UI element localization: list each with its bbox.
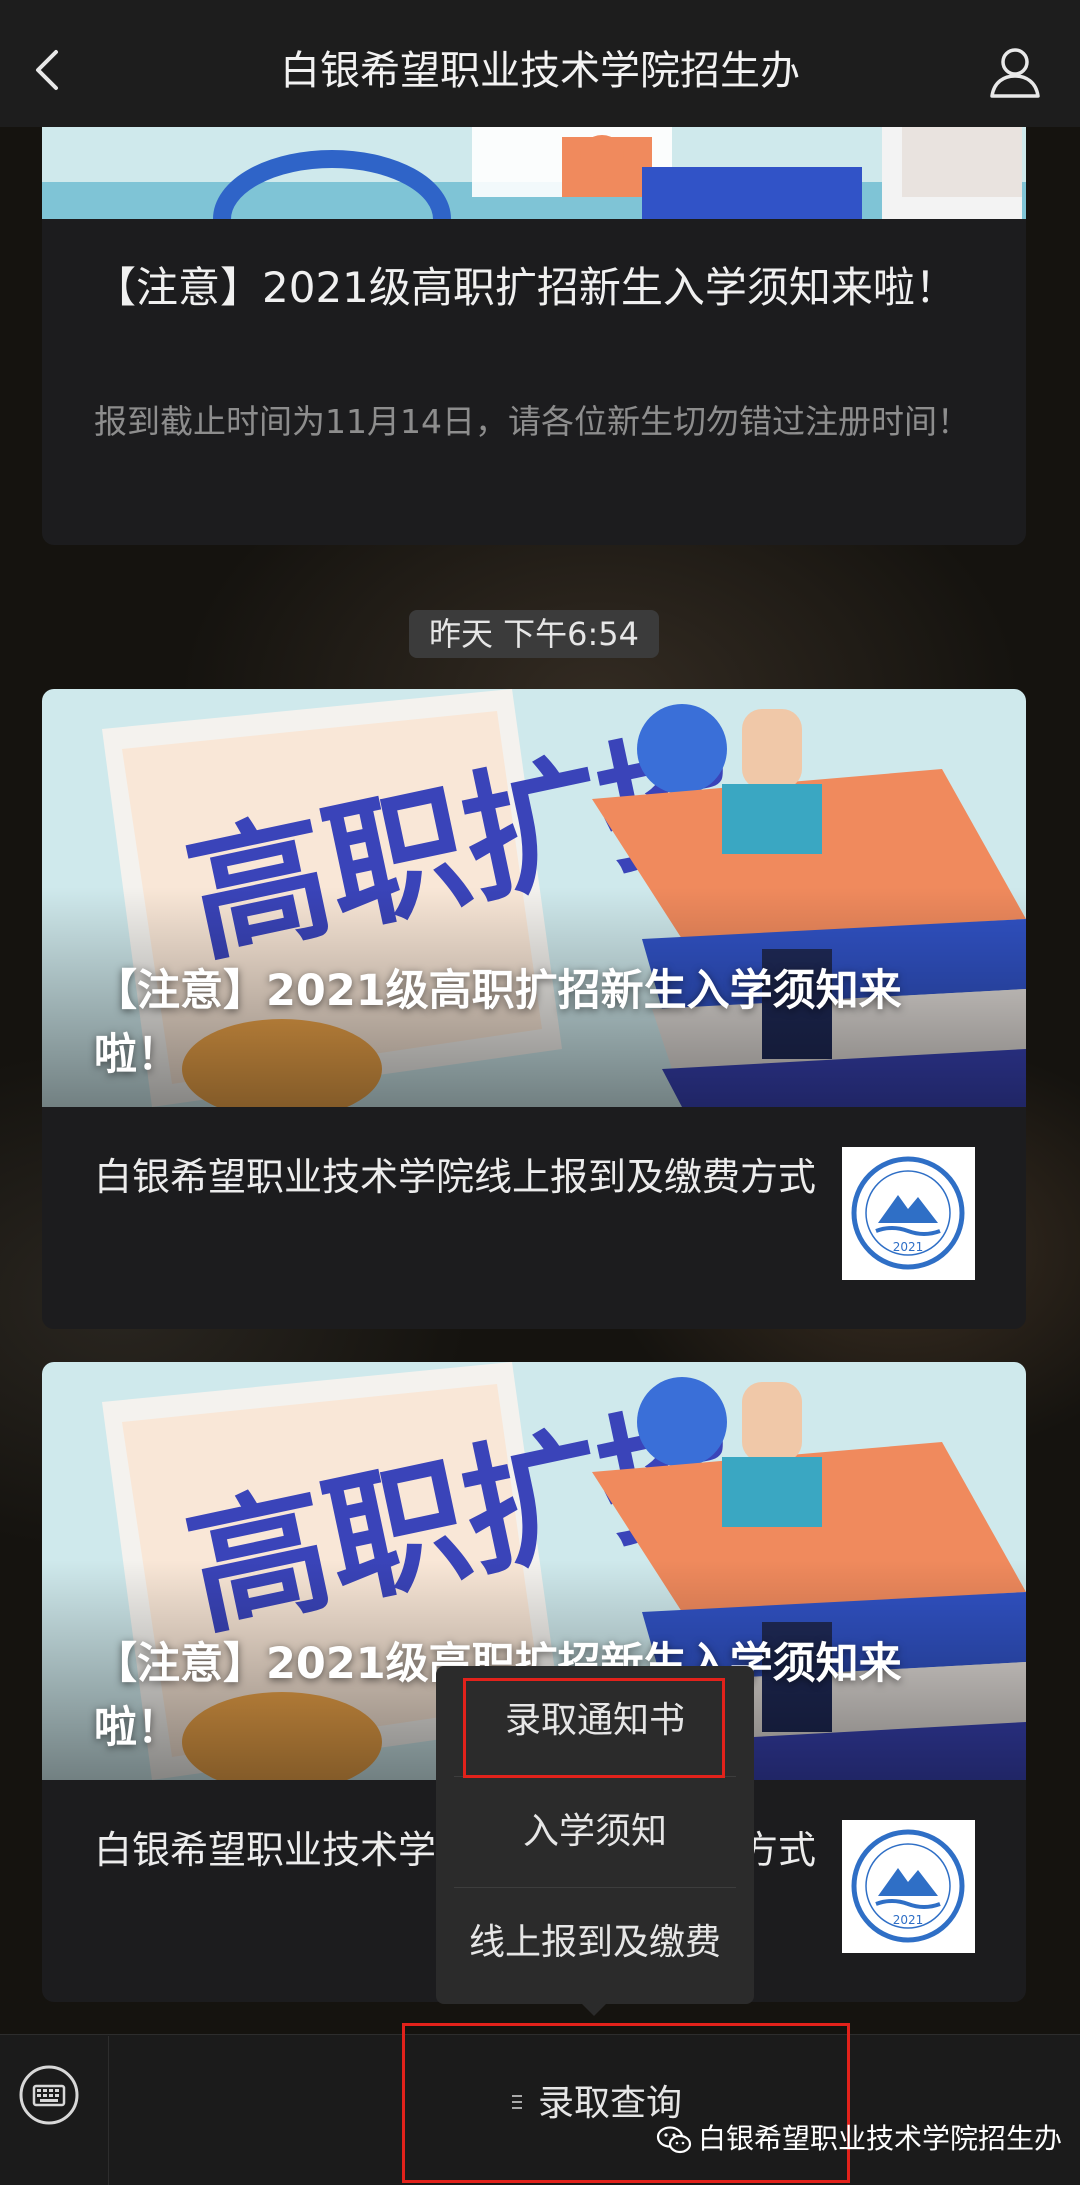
sub-article-item[interactable]: 白银希望职业技术学院线上报到及缴费方式 2021	[42, 1107, 1026, 1329]
school-logo-icon: 2021	[842, 1820, 975, 1953]
page-title: 白银希望职业技术学院招生办	[280, 48, 800, 94]
menu-item-enrollment-notice[interactable]: 入学须知	[436, 1777, 754, 1887]
person-icon	[990, 48, 1040, 98]
article-card[interactable]: 【注意】2021级高职扩招新生入学须知来啦！ 报到截止时间为11月14日，请各位…	[42, 127, 1026, 545]
article-banner[interactable]: 高职扩招 【注意】2021级高职扩招新生入学须知来啦！	[42, 689, 1026, 1107]
school-logo-icon: 2021	[842, 1147, 975, 1280]
back-button[interactable]	[18, 40, 78, 100]
article-title: 【注意】2021级高职扩招新生入学须知来啦！	[94, 263, 957, 312]
bar-divider	[108, 2036, 109, 2185]
sub-article-title: 白银希望职业技术学院线上报到及缴费方式	[94, 1155, 817, 1199]
message-timestamp: 昨天 下午6:54	[409, 610, 659, 658]
article-description: 报到截止时间为11月14日，请各位新生切勿错过注册时间！	[94, 402, 970, 441]
logo-year: 2021	[893, 1240, 924, 1254]
article-banner	[42, 127, 1026, 219]
profile-button[interactable]	[980, 38, 1050, 108]
keyboard-icon	[19, 2065, 79, 2125]
article-title: 【注意】2021级高职扩招新生入学须知来啦！	[94, 966, 902, 1080]
chevron-left-icon	[36, 50, 58, 90]
keyboard-toggle-button[interactable]	[18, 2064, 80, 2126]
multi-article-card[interactable]: 高职扩招 【注意】2021级高职扩招新生入学须知来啦！ 白银希望职业技术学院线上…	[42, 689, 1026, 1329]
highlight-box	[463, 1678, 725, 1778]
menu-item-online-registration[interactable]: 线上报到及缴费	[436, 1888, 754, 1998]
wechat-icon	[656, 2126, 692, 2154]
menu-caret	[580, 2002, 608, 2016]
logo-year: 2021	[893, 1913, 924, 1927]
watermark-text: 白银希望职业技术学院招生办	[698, 2122, 1063, 2155]
account-watermark: 白银希望职业技术学院招生办	[656, 2116, 1076, 2162]
school-logo-thumbnail: 2021	[842, 1820, 975, 1953]
school-logo-thumbnail: 2021	[842, 1147, 975, 1280]
